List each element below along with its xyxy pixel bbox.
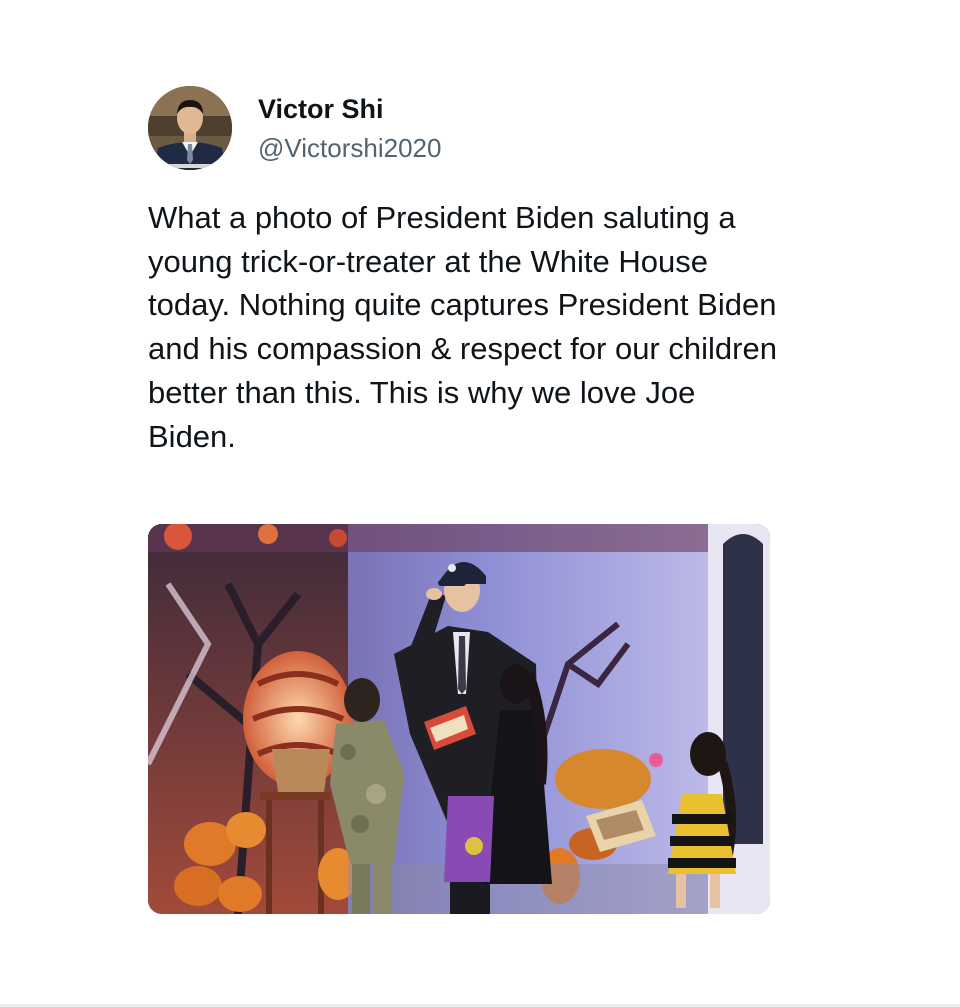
author-display-name[interactable]: Victor Shi	[258, 92, 384, 126]
avatar-image	[148, 86, 232, 170]
tweet-card: Victor Shi @Victorshi2020 What a photo o…	[0, 0, 960, 1007]
author-handle[interactable]: @Victorshi2020	[258, 132, 441, 164]
author-avatar[interactable]	[148, 86, 232, 170]
tweet-text: What a photo of President Biden saluting…	[148, 200, 777, 454]
photo-illustration	[148, 524, 770, 914]
tweet-photo[interactable]	[148, 524, 770, 914]
